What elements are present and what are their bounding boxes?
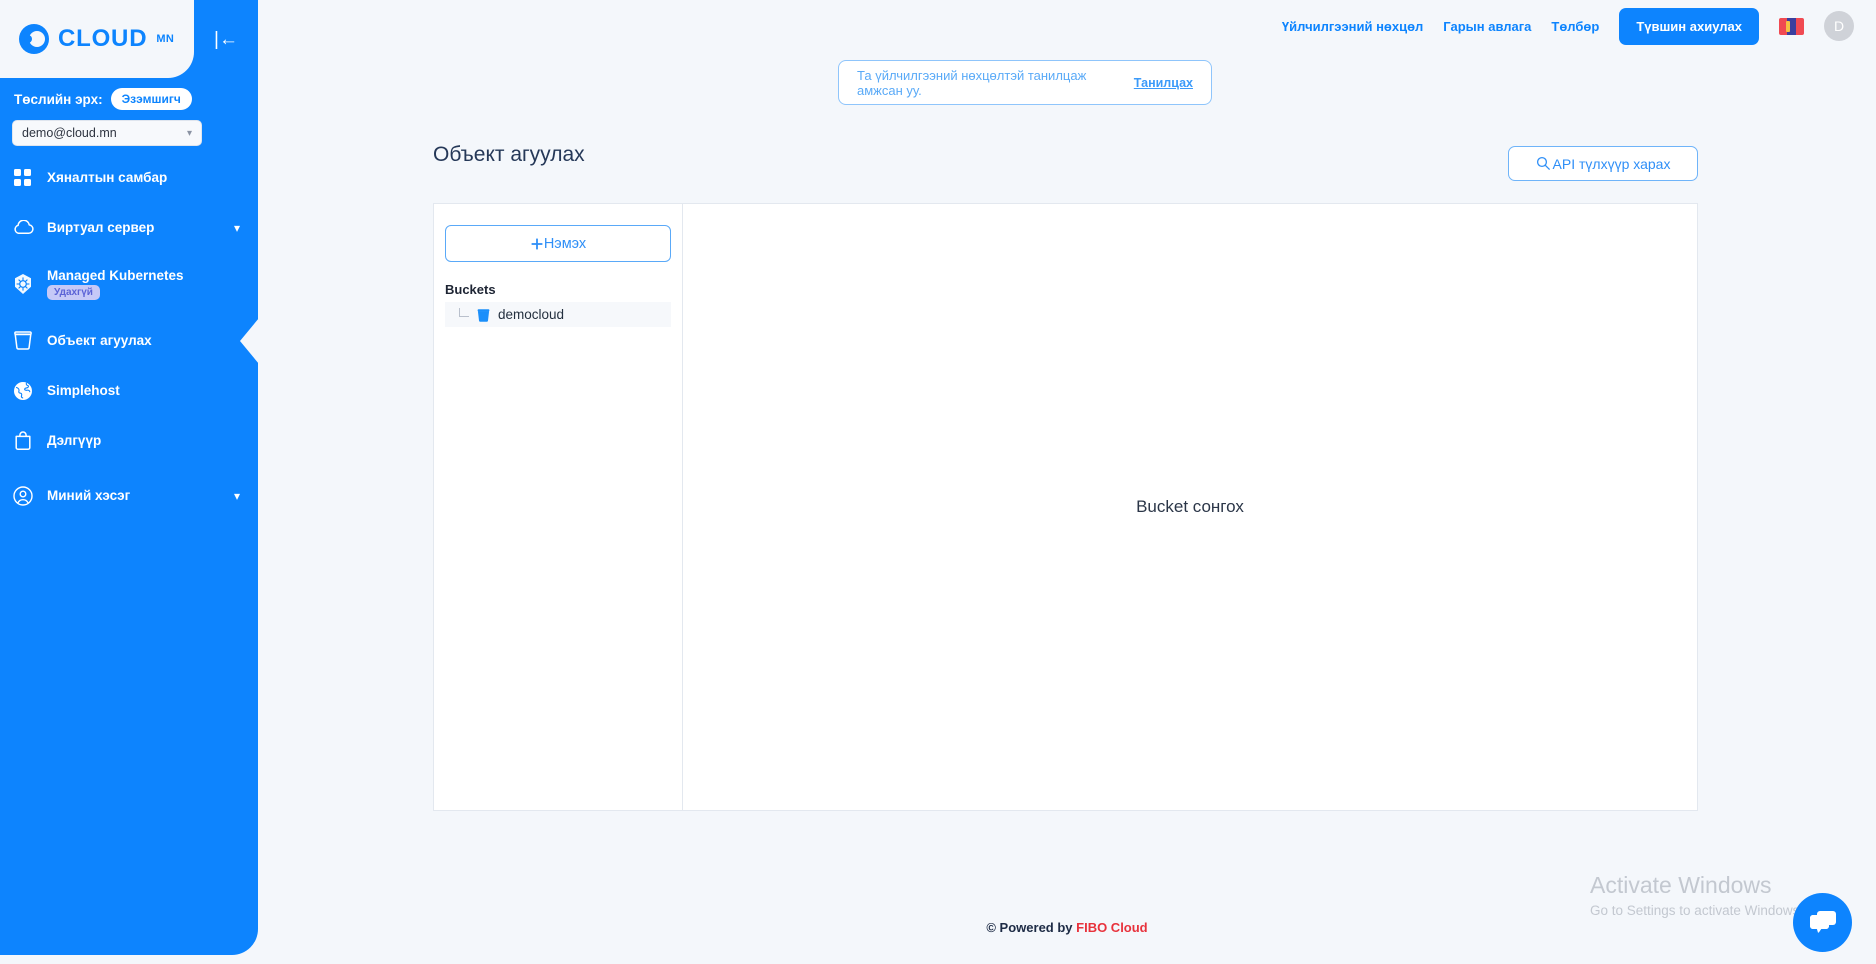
- notice-message: Та үйлчилгээний нөхцөлтэй танилцаж амжса…: [857, 67, 1087, 98]
- chevron-down-icon: ▾: [186, 127, 192, 139]
- sidebar-item-label: Виртуал сервер: [47, 220, 155, 235]
- view-api-key-button[interactable]: API түлхүүр харах: [1508, 146, 1698, 181]
- user-circle-icon: [12, 485, 34, 507]
- kubernetes-icon: [12, 273, 34, 295]
- logo-wordmark: CLOUD: [58, 25, 148, 52]
- logo-superscript: MN: [156, 33, 175, 45]
- list-item[interactable]: democloud: [445, 302, 671, 327]
- tree-branch-icon: [459, 308, 469, 317]
- sidebar-item-object-storage[interactable]: Объект агуулах: [0, 317, 259, 364]
- windows-activation-watermark: Activate Windows Go to Settings to activ…: [1590, 872, 1803, 918]
- sidebar-item-dashboard[interactable]: Хяналтын самбар: [0, 155, 258, 200]
- sidebar-item-label: Объект агуулах: [47, 333, 152, 348]
- mongolia-flag-icon[interactable]: [1779, 17, 1804, 35]
- sidebar: CLOUD MN |← Төслийн эрх: Эзэмшигч demo@cl…: [0, 0, 259, 955]
- add-bucket-button[interactable]: Нэмэх: [445, 225, 671, 262]
- bucket-icon: [477, 308, 490, 322]
- content-card: Нэмэх Buckets democloud Bucket сонгох: [433, 203, 1698, 811]
- project-role: Төслийн эрх: Эзэмшигч: [14, 88, 192, 110]
- footer-text: © Powered by: [986, 920, 1077, 935]
- shop-bag-icon: [12, 430, 34, 452]
- project-role-label: Төслийн эрх:: [14, 91, 103, 107]
- watermark-subtitle: Go to Settings to activate Windows.: [1590, 903, 1804, 918]
- cloud-icon: [12, 217, 34, 239]
- view-api-key-label: API түлхүүр харах: [1552, 155, 1671, 172]
- app-root: CLOUD MN |← Төслийн эрх: Эзэмшигч demo@cl…: [0, 0, 1876, 964]
- chat-support-button[interactable]: [1793, 893, 1852, 952]
- sidebar-item-label: Дэлгүүр: [47, 433, 102, 448]
- search-key-icon: [1536, 156, 1551, 171]
- cloud-logo-icon: [19, 24, 49, 54]
- upgrade-button[interactable]: Түвшин ахиулах: [1619, 7, 1759, 45]
- add-bucket-label: Нэмэх: [543, 235, 587, 252]
- sidebar-item-content: Managed Kubernetes Удахгүй: [47, 268, 184, 300]
- chevron-down-icon: ▾: [233, 488, 240, 503]
- empty-state-message: Bucket сонгох: [1136, 497, 1244, 516]
- logo-plate: CLOUD MN: [0, 0, 194, 78]
- sidebar-item-simplehost[interactable]: Simplehost: [0, 368, 258, 413]
- sidebar-item-my-section[interactable]: Миний хэсэг ▾: [0, 473, 258, 518]
- footer: © Powered by FIBO Cloud: [258, 919, 1876, 937]
- chevron-down-icon: ▾: [233, 220, 240, 235]
- top-link-manual[interactable]: Гарын авлага: [1443, 19, 1531, 34]
- sidebar-nav: Хяналтын самбар Виртуал сервер ▾ Managed…: [0, 155, 259, 523]
- globe-icon: [12, 380, 34, 402]
- project-select-value: demo@cloud.mn: [22, 126, 117, 140]
- sidebar-item-label: Хяналтын самбар: [47, 170, 168, 185]
- project-role-badge: Эзэмшигч: [110, 88, 192, 110]
- active-indicator: [240, 317, 259, 364]
- plus-icon: [530, 237, 544, 251]
- brand-logo[interactable]: CLOUD MN: [19, 24, 174, 54]
- terms-notice-banner: Та үйлчилгээний нөхцөлтэй танилцаж амжса…: [838, 60, 1212, 105]
- bucket-name: democloud: [498, 307, 565, 322]
- sidebar-item-virtual-server[interactable]: Виртуал сервер ▾: [0, 205, 258, 250]
- buckets-heading: Buckets: [445, 282, 496, 297]
- grid-icon: [12, 167, 34, 189]
- top-link-terms[interactable]: Үйлчилгээний нөхцөл: [1282, 19, 1423, 34]
- page-title: Объект агуулах: [433, 143, 585, 166]
- sidebar-item-label: Миний хэсэг: [47, 488, 131, 503]
- notice-action-link[interactable]: Танилцах: [1134, 76, 1193, 90]
- top-link-billing[interactable]: Төлбөр: [1551, 19, 1599, 34]
- bucket-icon: [12, 330, 34, 352]
- footer-brand[interactable]: FIBO Cloud: [1076, 920, 1148, 935]
- bucket-detail-pane: Bucket сонгох: [683, 204, 1697, 810]
- sidebar-item-managed-kubernetes[interactable]: Managed Kubernetes Удахгүй: [0, 255, 258, 313]
- project-select[interactable]: demo@cloud.mn ▾: [12, 120, 202, 146]
- avatar[interactable]: D: [1824, 11, 1854, 41]
- sidebar-item-label: Managed Kubernetes: [47, 268, 184, 283]
- collapse-left-icon: |←: [214, 28, 238, 50]
- sidebar-item-shop[interactable]: Дэлгүүр: [0, 418, 258, 463]
- sidebar-collapse-button[interactable]: |←: [194, 0, 258, 78]
- top-navigation-bar: Үйлчилгээний нөхцөл Гарын авлага Төлбөр …: [258, 0, 1876, 52]
- bucket-list-pane: Нэмэх Buckets democloud: [434, 204, 683, 810]
- watermark-title: Activate Windows: [1590, 872, 1772, 898]
- sidebar-item-label: Simplehost: [47, 383, 120, 398]
- coming-soon-badge: Удахгүй: [47, 285, 100, 300]
- chat-bubble-icon: [1808, 909, 1838, 937]
